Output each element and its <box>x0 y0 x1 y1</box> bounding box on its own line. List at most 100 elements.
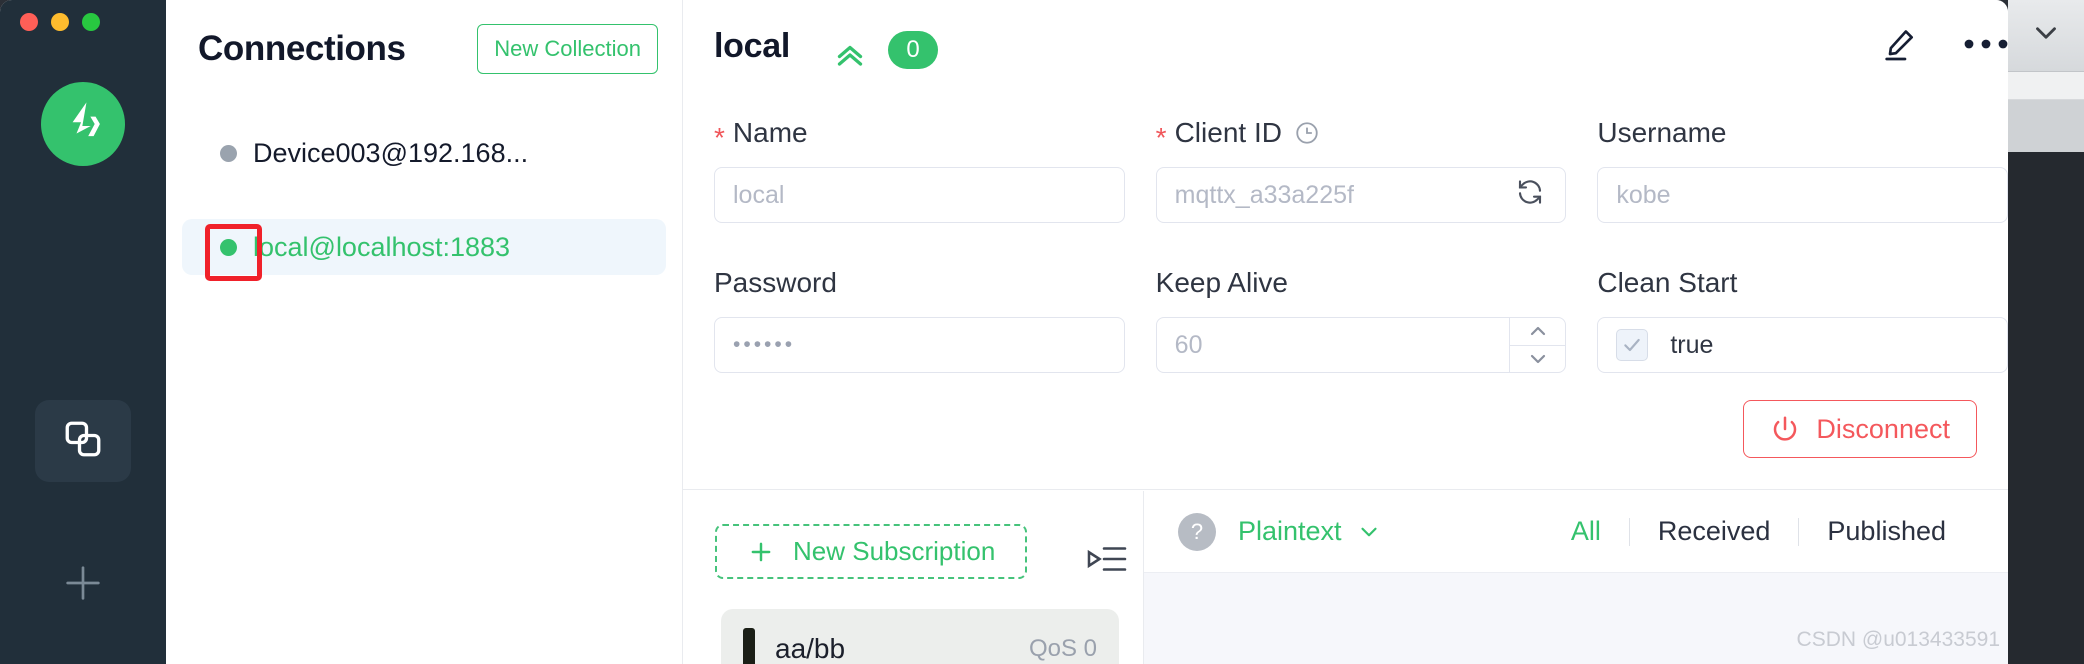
icon-rail <box>0 0 166 664</box>
form-group-client-id: * Client ID mqttx_a33a225f <box>1125 117 1567 223</box>
header-actions <box>1878 22 2008 66</box>
maximize-button[interactable] <box>82 13 100 31</box>
subscriptions-pane: New Subscription aa/bb QoS 0 <box>683 491 1144 664</box>
message-count-badge: 0 <box>888 31 938 69</box>
password-masked-value: •••••• <box>733 333 796 356</box>
status-badge <box>220 144 237 162</box>
keep-alive-input-placeholder: 60 <box>1174 330 1203 359</box>
list-item[interactable]: local@localhost:1883 <box>182 219 666 281</box>
broker-header: local 0 <box>683 0 2008 100</box>
refresh-icon[interactable] <box>1515 177 1545 214</box>
new-subscription-button[interactable]: New Subscription <box>715 524 1028 579</box>
connection-label: local@localhost:1883 <box>253 231 511 262</box>
stepper-down-icon[interactable] <box>1510 346 1565 373</box>
chevron-down-icon <box>1356 519 1382 545</box>
form-row-2: Password •••••• Keep Alive 60 Clean Star… <box>683 267 2008 373</box>
tab-published[interactable]: Published <box>1799 516 1974 547</box>
close-button[interactable] <box>20 13 38 31</box>
connection-form: * Name local * Client ID mqttx_a33a225f … <box>683 100 2008 490</box>
username-input[interactable]: kobe <box>1597 167 2008 223</box>
collapse-list-icon[interactable] <box>1087 541 1127 582</box>
form-group-username: Username kobe <box>1566 117 2008 223</box>
username-label: Username <box>1597 117 2008 149</box>
password-input[interactable]: •••••• <box>714 317 1125 373</box>
broker-name: local <box>714 27 790 65</box>
messages-toolbar: ? Plaintext All Received Published <box>1144 491 2008 573</box>
clean-start-checkbox[interactable] <box>1616 329 1649 361</box>
clean-start-value: true <box>1670 330 1714 359</box>
os-chrome-strip-3 <box>2008 100 2084 152</box>
label-text: Username <box>1597 117 1727 148</box>
pencil-icon[interactable] <box>1878 22 1922 66</box>
subscription-qos: QoS 0 <box>1028 635 1097 662</box>
message-filter-tabs: All Received Published <box>1543 516 1974 547</box>
mqttx-logo <box>41 82 125 166</box>
connections-header: Connections New Collection <box>198 24 658 74</box>
label-text: Clean Start <box>1597 267 1738 298</box>
payload-format-label: Plaintext <box>1238 516 1342 546</box>
form-group-name: * Name local <box>683 117 1125 223</box>
name-label: * Name <box>714 117 1125 153</box>
connections-sidebar: Connections New Collection Device003@192… <box>166 0 683 664</box>
client-id-input[interactable]: mqttx_a33a225f <box>1155 167 1567 223</box>
client-id-input-placeholder: mqttx_a33a225f <box>1174 180 1354 209</box>
connections-rail-button[interactable] <box>35 400 131 482</box>
os-chrome-toolbar <box>2008 0 2084 72</box>
connection-label: Device003@192.168... <box>253 137 529 168</box>
question-mark-icon[interactable]: ? <box>1178 512 1216 551</box>
power-icon <box>1770 414 1800 444</box>
chevron-down-icon[interactable] <box>2029 16 2063 55</box>
plus-icon <box>747 538 775 566</box>
tab-all[interactable]: All <box>1543 516 1629 547</box>
status-indicator-wrap <box>205 223 262 281</box>
minimize-button[interactable] <box>51 13 69 31</box>
form-group-password: Password •••••• <box>683 267 1125 373</box>
new-subscription-label: New Subscription <box>793 536 996 566</box>
plus-icon <box>60 560 106 613</box>
form-group-clean-start: Clean Start true <box>1566 267 2008 373</box>
label-text: Name <box>732 117 808 148</box>
name-input[interactable]: local <box>714 167 1125 223</box>
ellipsis-icon[interactable] <box>1964 22 2008 66</box>
subscription-item[interactable]: aa/bb QoS 0 <box>721 609 1119 664</box>
traffic-lights <box>20 13 100 31</box>
required-asterisk: * <box>714 122 725 153</box>
quantity-stepper[interactable] <box>1509 318 1566 373</box>
status-indicator-wrap <box>220 144 237 162</box>
required-asterisk: * <box>1155 122 1167 153</box>
add-rail-button[interactable] <box>35 556 131 616</box>
clock-icon[interactable] <box>1294 120 1320 146</box>
tab-received[interactable]: Received <box>1630 516 1799 547</box>
client-id-label: * Client ID <box>1155 117 1567 153</box>
clean-start-label: Clean Start <box>1597 267 2008 299</box>
label-text: Password <box>714 267 837 298</box>
list-item[interactable]: Device003@192.168... <box>182 125 666 181</box>
name-input-placeholder: local <box>733 180 785 209</box>
watermark: CSDN @u013433591 <box>1796 628 2000 651</box>
form-row-1: * Name local * Client ID mqttx_a33a225f … <box>683 117 2008 223</box>
status-badge <box>220 238 237 256</box>
keep-alive-input[interactable]: 60 <box>1155 317 1567 373</box>
connections-list: Device003@192.168... local@localhost:188… <box>166 125 682 281</box>
label-text: Keep Alive <box>1155 267 1288 298</box>
os-right-strip <box>2008 0 2084 664</box>
subscription-color-bar <box>743 628 755 664</box>
payload-format-select[interactable]: Plaintext <box>1238 516 1382 547</box>
disconnect-button[interactable]: Disconnect <box>1743 400 1977 458</box>
os-chrome-strip-2 <box>2008 72 2084 100</box>
password-label: Password <box>714 267 1125 299</box>
new-collection-button[interactable]: New Collection <box>477 24 658 74</box>
username-input-placeholder: kobe <box>1616 180 1671 209</box>
clean-start-checkbox-row[interactable]: true <box>1597 317 2008 373</box>
app-root: Connections New Collection Device003@192… <box>0 0 2084 664</box>
copy-squares-icon <box>62 418 104 465</box>
keep-alive-label: Keep Alive <box>1156 267 1567 299</box>
label-text: Client ID <box>1174 117 1282 148</box>
app-window: Connections New Collection Device003@192… <box>0 0 2008 664</box>
disconnect-label: Disconnect <box>1816 413 1950 444</box>
subscription-topic: aa/bb <box>775 633 846 664</box>
stepper-up-icon[interactable] <box>1510 318 1566 346</box>
form-group-keep-alive: Keep Alive 60 <box>1125 267 1567 373</box>
page-title: Connections <box>198 29 406 68</box>
double-chevron-up-icon[interactable] <box>832 34 868 75</box>
